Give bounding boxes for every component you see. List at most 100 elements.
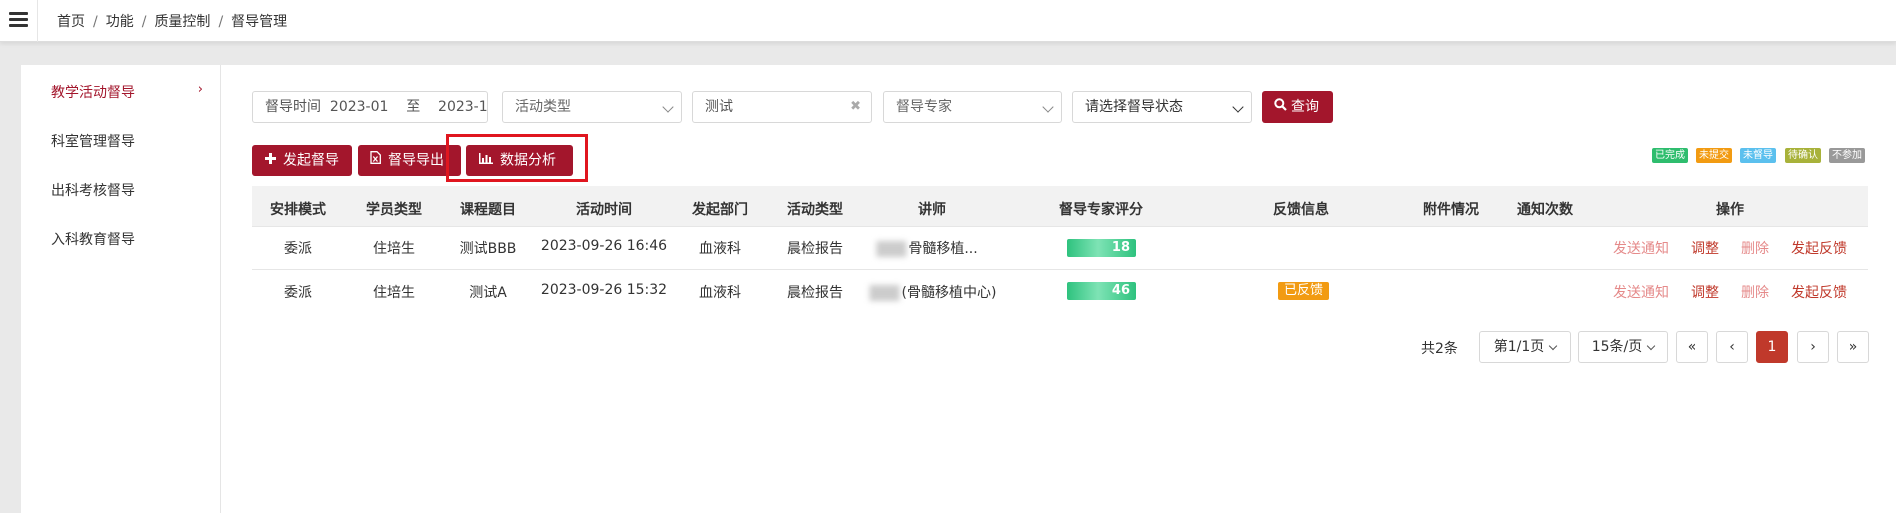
send-notice-link[interactable]: 发送通知	[1613, 282, 1669, 302]
sidebar-item-label: 教学活动督导	[51, 85, 135, 101]
sidebar-item-label: 出科考核督导	[51, 183, 135, 199]
sidebar-item-dept-management[interactable]: 科室管理督导	[51, 131, 211, 151]
status-select[interactable]: 请选择督导状态	[1072, 91, 1252, 123]
chevron-down-icon	[1647, 341, 1656, 351]
row-divider	[252, 269, 1868, 270]
column-header: 督导专家评分	[1059, 202, 1143, 218]
chevron-down-icon	[1549, 341, 1558, 351]
page-size-value: 15条/页	[1591, 339, 1643, 355]
highlight-box	[446, 134, 588, 182]
top-bar: 首页 / 功能 / 质量控制 / 督导管理	[0, 0, 1896, 42]
first-page-button[interactable]: «	[1676, 331, 1708, 363]
breadcrumb-home[interactable]: 首页	[57, 14, 85, 30]
expert-placeholder: 督导专家	[896, 99, 952, 115]
initiate-feedback-link[interactable]: 发起反馈	[1791, 282, 1847, 302]
supervision-time-range[interactable]: 督导时间 2023-01 至 2023-12	[252, 91, 488, 123]
cell-time: 2023-09-26 15:32	[540, 282, 668, 298]
breadcrumb-function[interactable]: 功能	[106, 14, 134, 30]
column-header: 附件情况	[1423, 202, 1479, 218]
delete-link[interactable]: 删除	[1741, 282, 1769, 302]
excel-file-icon	[370, 145, 381, 176]
keyword-input[interactable]: 测试 ✖	[692, 91, 872, 123]
score-badge: 46	[1067, 282, 1136, 300]
cell-activity: 晨检报告	[787, 285, 843, 301]
legend-not-submitted: 未提交	[1696, 148, 1732, 163]
sidebar-item-label: 入科教育督导	[51, 232, 135, 248]
initiate-supervision-button[interactable]: 发起督导	[252, 145, 352, 176]
page-select-value: 第1/1页	[1493, 339, 1545, 355]
column-header: 操作	[1716, 202, 1744, 218]
query-button[interactable]: 查询	[1262, 91, 1333, 123]
cell-mode: 委派	[284, 241, 312, 257]
adjust-link[interactable]: 调整	[1691, 282, 1719, 302]
cell-course: 测试BBB	[459, 241, 517, 257]
lecturer-dept: 骨髓移植...	[908, 241, 978, 257]
delete-link[interactable]: 删除	[1741, 238, 1769, 258]
cell-mode: 委派	[284, 285, 312, 301]
sidebar-item-rotation-exam[interactable]: 出科考核督导	[51, 180, 211, 200]
time-from-value[interactable]: 2023-01	[330, 99, 389, 115]
column-header: 安排模式	[270, 202, 326, 218]
column-header: 反馈信息	[1273, 202, 1329, 218]
query-label: 查询	[1291, 99, 1319, 115]
breadcrumb-current: 督导管理	[231, 14, 288, 30]
page-1-button[interactable]: 1	[1756, 331, 1788, 363]
hamburger-menu-icon[interactable]	[9, 12, 28, 28]
plus-icon	[265, 145, 276, 176]
column-header: 发起部门	[692, 202, 748, 218]
activity-type-placeholder: 活动类型	[515, 99, 571, 115]
column-header: 活动时间	[576, 202, 632, 218]
chevron-down-icon	[1042, 101, 1054, 113]
legend-not-supervised: 未督导	[1740, 148, 1776, 163]
cell-student-type: 住培生	[373, 241, 415, 257]
expert-select[interactable]: 督导专家	[883, 91, 1062, 123]
lecturer-dept: (骨髓移植中心)	[901, 285, 997, 301]
time-range-label: 督导时间	[265, 99, 321, 115]
clear-icon[interactable]: ✖	[850, 92, 861, 122]
cell-student-type: 住培生	[373, 285, 415, 301]
cell-lecturer: 骨髓移植...	[876, 238, 978, 258]
sidebar-item-teaching-activity[interactable]: 教学活动督导 ›	[51, 82, 211, 102]
breadcrumb-quality-control[interactable]: 质量控制	[154, 14, 210, 30]
total-count: 共2条	[1421, 341, 1458, 357]
search-icon	[1274, 91, 1287, 123]
prev-page-button[interactable]: ‹	[1716, 331, 1748, 363]
next-page-button[interactable]: ›	[1797, 331, 1829, 363]
cell-lecturer: (骨髓移植中心)	[869, 282, 997, 302]
redacted-name	[876, 241, 907, 257]
page-size-select[interactable]: 15条/页	[1578, 331, 1668, 363]
redacted-name	[869, 285, 900, 301]
page-select[interactable]: 第1/1页	[1479, 331, 1571, 363]
chevron-down-icon	[1232, 101, 1244, 113]
send-notice-link[interactable]: 发送通知	[1613, 238, 1669, 258]
breadcrumb-separator: /	[218, 14, 224, 30]
breadcrumb-separator: /	[93, 14, 98, 30]
activity-type-select[interactable]: 活动类型	[502, 91, 682, 123]
adjust-link[interactable]: 调整	[1691, 238, 1719, 258]
column-header: 活动类型	[787, 202, 843, 218]
time-to-value[interactable]: 2023-12	[438, 99, 487, 115]
breadcrumb: 首页 / 功能 / 质量控制 / 督导管理	[57, 11, 287, 31]
legend-completed: 已完成	[1652, 148, 1688, 163]
chevron-down-icon	[662, 101, 674, 113]
last-page-button[interactable]: »	[1837, 331, 1869, 363]
keyword-value: 测试	[705, 99, 733, 115]
legend-pending-confirm: 待确认	[1785, 148, 1821, 163]
sidebar-item-entry-education[interactable]: 入科教育督导	[51, 229, 211, 249]
column-header: 讲师	[918, 202, 946, 218]
status-placeholder: 请选择督导状态	[1085, 99, 1183, 115]
time-to-label: 至	[406, 99, 421, 115]
row-divider	[252, 226, 1868, 227]
breadcrumb-separator: /	[141, 14, 147, 30]
cell-dept: 血液科	[699, 241, 741, 257]
divider	[37, 0, 38, 42]
chevron-right-icon: ›	[197, 82, 203, 97]
sidebar-item-label: 科室管理督导	[51, 134, 135, 150]
sidebar: 教学活动督导 › 科室管理督导 出科考核督导 入科教育督导	[21, 65, 221, 513]
cell-time: 2023-09-26 16:46	[540, 238, 668, 254]
export-label: 督导导出	[388, 152, 444, 169]
initiate-feedback-link[interactable]: 发起反馈	[1791, 238, 1847, 258]
cell-course: 测试A	[469, 285, 507, 301]
initiate-label: 发起督导	[283, 152, 339, 169]
column-header: 通知次数	[1517, 202, 1573, 218]
